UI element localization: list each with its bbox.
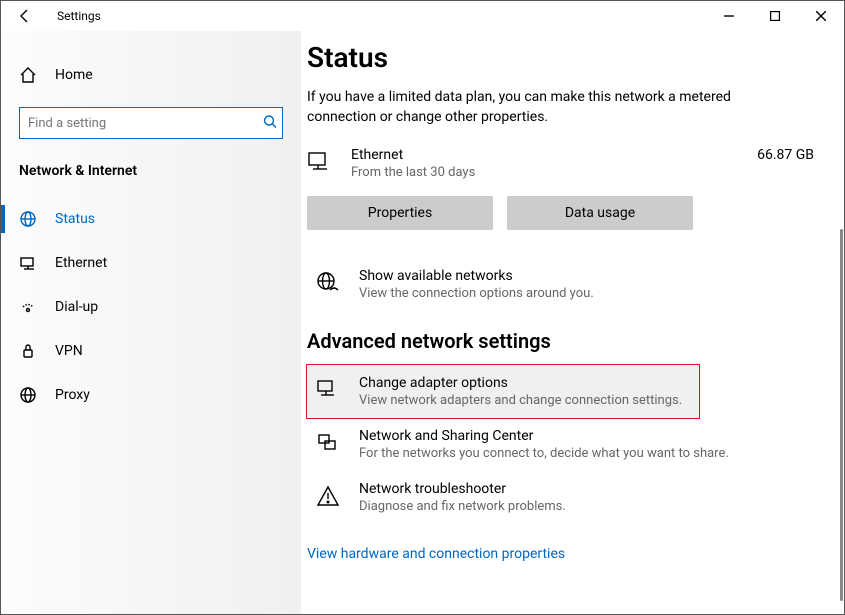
warning-icon (315, 483, 341, 509)
ethernet-icon (307, 149, 333, 175)
maximize-button[interactable] (752, 1, 798, 31)
titlebar: Settings (1, 1, 844, 31)
minimize-button[interactable] (706, 1, 752, 31)
nav-item-vpn[interactable]: VPN (1, 329, 301, 373)
troubleshooter-title: Network troubleshooter (359, 481, 566, 497)
sharing-icon (315, 430, 341, 456)
globe-wifi-icon (315, 270, 341, 296)
adapter-icon (315, 377, 341, 403)
advanced-section-title: Advanced network settings (307, 329, 814, 353)
page-description: If you have a limited data plan, you can… (307, 88, 747, 127)
sharing-center-item[interactable]: Network and Sharing Center For the netwo… (307, 418, 814, 471)
back-button[interactable] (5, 1, 45, 31)
home-label: Home (55, 67, 93, 83)
connection-name: Ethernet (351, 147, 739, 163)
globe-icon (19, 210, 37, 228)
change-adapter-item[interactable]: Change adapter options View network adap… (307, 365, 699, 418)
show-networks-item[interactable]: Show available networks View the connect… (307, 258, 814, 311)
nav-label: Dial-up (55, 299, 98, 315)
nav-item-ethernet[interactable]: Ethernet (1, 241, 301, 285)
dialup-icon (19, 298, 37, 316)
nav-label: Proxy (55, 387, 90, 403)
properties-button[interactable]: Properties (307, 196, 493, 230)
show-networks-subtitle: View the connection options around you. (359, 286, 594, 301)
troubleshooter-item[interactable]: Network troubleshooter Diagnose and fix … (307, 471, 814, 524)
troubleshooter-subtitle: Diagnose and fix network problems. (359, 499, 566, 514)
window-title: Settings (57, 9, 101, 23)
search-input[interactable] (19, 107, 283, 139)
nav-item-proxy[interactable]: Proxy (1, 373, 301, 417)
data-usage-button[interactable]: Data usage (507, 196, 693, 230)
proxy-icon (19, 386, 37, 404)
hardware-link[interactable]: View hardware and connection properties (307, 546, 565, 562)
search-icon (263, 114, 277, 133)
nav-label: VPN (55, 343, 83, 359)
close-button[interactable] (798, 1, 844, 31)
nav-item-dialup[interactable]: Dial-up (1, 285, 301, 329)
adapter-subtitle: View network adapters and change connect… (359, 393, 682, 408)
content-area: Status If you have a limited data plan, … (301, 31, 844, 614)
page-title: Status (307, 41, 814, 74)
nav-item-status[interactable]: Status (1, 197, 301, 241)
adapter-title: Change adapter options (359, 375, 682, 391)
connection-subtitle: From the last 30 days (351, 165, 739, 180)
scrollbar[interactable] (840, 229, 843, 601)
nav-label: Status (55, 211, 95, 227)
nav-label: Ethernet (55, 255, 107, 271)
sidebar: Home Network & Internet Status Ethernet (1, 31, 301, 614)
show-networks-title: Show available networks (359, 268, 594, 284)
vpn-icon (19, 342, 37, 360)
sharing-title: Network and Sharing Center (359, 428, 729, 444)
category-label: Network & Internet (1, 153, 301, 197)
connection-usage: 66.87 GB (757, 147, 814, 163)
home-button[interactable]: Home (1, 55, 301, 95)
connection-summary: Ethernet From the last 30 days 66.87 GB (307, 147, 814, 180)
search-box[interactable] (19, 107, 283, 139)
ethernet-icon (19, 254, 37, 272)
sharing-subtitle: For the networks you connect to, decide … (359, 446, 729, 461)
home-icon (19, 66, 37, 84)
